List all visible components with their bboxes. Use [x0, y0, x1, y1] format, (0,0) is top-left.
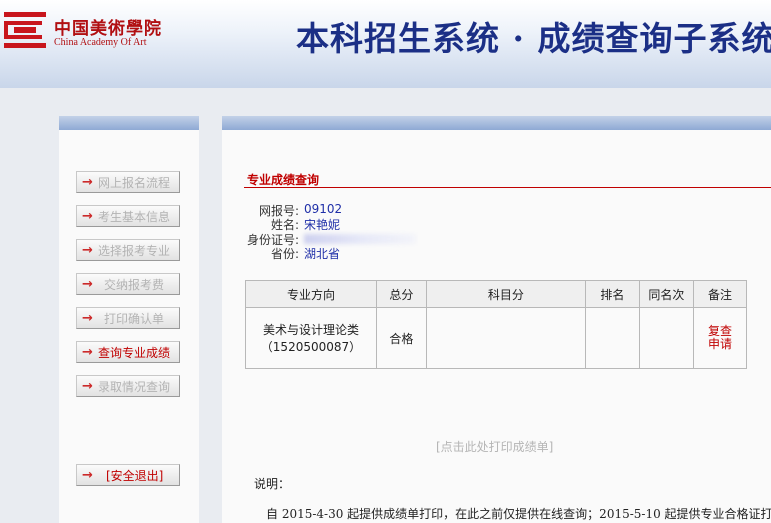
sidebar-item-online-registration-process[interactable]: → 网上报名流程: [76, 171, 180, 193]
sidebar-item-query-scores[interactable]: → 查询专业成绩: [76, 341, 180, 363]
arrow-right-icon: →: [82, 467, 93, 483]
sidebar-item-candidate-info[interactable]: → 考生基本信息: [76, 205, 180, 227]
arrow-right-icon: →: [82, 174, 93, 190]
arrow-right-icon: →: [82, 344, 93, 360]
reg-no-value: 09102: [304, 202, 343, 216]
col-header-same-rank: 同名次: [638, 280, 694, 308]
system-title: 本科招生系统 · 成绩查询子系统: [296, 19, 771, 58]
cell-major: 美术与设计理论类 （1520500087）: [245, 307, 377, 369]
sidebar-item-label: 查询专业成绩: [98, 345, 171, 360]
sidebar-item-label: 录取情况查询: [98, 379, 171, 394]
name-value: 宋艳妮: [304, 218, 341, 232]
sidebar-item-admission-status[interactable]: → 录取情况查询: [76, 375, 180, 397]
sidebar-item-label: 打印确认单: [104, 311, 165, 326]
note-text: 自 2015-4-30 起提供成绩单打印，在此之前仅提供在线查询；2015-5-…: [266, 507, 771, 521]
sidebar-item-label: 选择报考专业: [98, 243, 171, 258]
arrow-right-icon: →: [82, 208, 93, 224]
arrow-right-icon: →: [82, 276, 93, 292]
academy-name-cn: 中国美術學院: [54, 19, 162, 39]
recheck-request-link[interactable]: 复查申请: [707, 325, 733, 351]
print-score-sheet-link[interactable]: [点击此处打印成绩单]: [436, 438, 553, 455]
sidebar-item-label: 交纳报考费: [104, 277, 165, 292]
col-header-rank: 排名: [584, 280, 640, 308]
cell-subjects: [425, 307, 586, 369]
sidebar-item-choose-major[interactable]: → 选择报考专业: [76, 239, 180, 261]
sidebar: → 网上报名流程 → 考生基本信息 → 选择报考专业 → 交纳报考费 → 打印确…: [59, 116, 199, 523]
col-header-major: 专业方向: [245, 280, 377, 308]
section-divider: [244, 187, 771, 188]
cell-remark: 复查申请: [692, 307, 748, 369]
main-header-bar: [222, 116, 771, 130]
sidebar-item-label: 网上报名流程: [98, 175, 171, 190]
sidebar-item-print-confirmation[interactable]: → 打印确认单: [76, 307, 180, 329]
main-panel: 专业成绩查询 网报号: 09102 姓名: 宋艳妮 身份证号: 省份: 湖北省 …: [222, 116, 771, 523]
academy-name-en: China Academy Of Art: [54, 37, 147, 48]
col-header-total: 总分: [375, 280, 427, 308]
page-header: 中国美術學院 China Academy Of Art 本科招生系统 · 成绩查…: [0, 0, 771, 88]
sidebar-header-bar: [59, 116, 199, 130]
province-label: 省份:: [270, 247, 299, 261]
major-code: （1520500087）: [260, 340, 362, 354]
arrow-right-icon: →: [82, 242, 93, 258]
arrow-right-icon: →: [82, 378, 93, 394]
cell-total: 合格: [375, 307, 427, 369]
score-table: 专业方向 总分 科目分 排名 同名次 备注 美术与设计理论类 （15205000…: [245, 280, 748, 369]
logout-label: [安全退出]: [106, 468, 164, 483]
table-row: 美术与设计理论类 （1520500087） 合格 复查申请: [245, 307, 748, 369]
major-name: 美术与设计理论类: [262, 323, 359, 337]
province-value: 湖北省: [304, 247, 341, 261]
table-header-row: 专业方向 总分 科目分 排名 同名次 备注: [245, 280, 748, 308]
section-title: 专业成绩查询: [247, 173, 320, 187]
col-header-remark: 备注: [692, 280, 748, 308]
logout-button[interactable]: → [安全退出]: [76, 464, 180, 486]
cell-same-rank: [638, 307, 694, 369]
academy-logo-icon: [4, 12, 46, 48]
arrow-right-icon: →: [82, 310, 93, 326]
col-header-subjects: 科目分: [425, 280, 586, 308]
sidebar-item-pay-fee[interactable]: → 交纳报考费: [76, 273, 180, 295]
note-title: 说明：: [254, 477, 291, 491]
sidebar-item-label: 考生基本信息: [98, 209, 171, 224]
cell-rank: [584, 307, 640, 369]
id-number-redacted: [304, 234, 416, 244]
